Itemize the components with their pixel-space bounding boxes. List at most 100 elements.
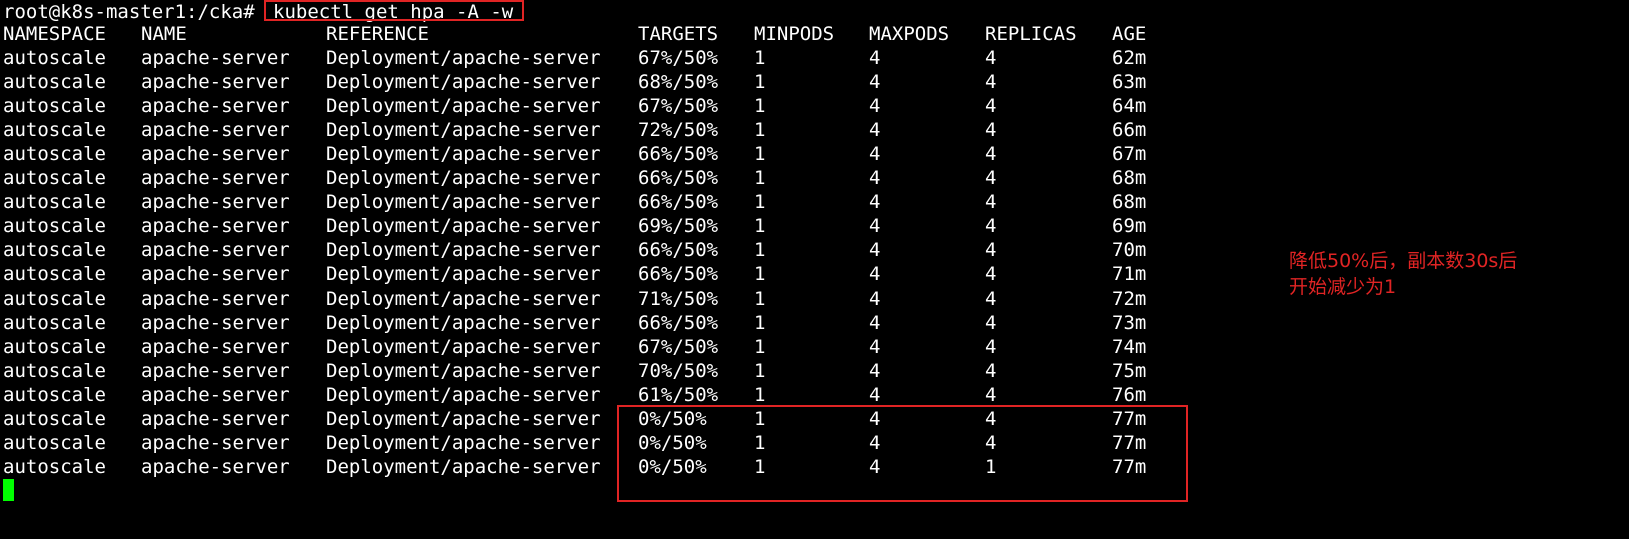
cell-namespace: autoscale [3,215,106,238]
cell-minpods: 1 [754,335,766,358]
cell-age: 63m [1112,71,1147,94]
header-minpods: MINPODS [754,23,835,45]
cell-namespace: autoscale [3,47,106,69]
cell-namespace: autoscale [3,287,106,310]
cell-reference: Deployment/apache-server [326,167,601,190]
cell-name: apache-server [141,143,290,166]
table-row: autoscale apache-server Deployment/apache-… [0,214,1629,238]
cell-name: apache-server [141,359,290,382]
terminal-window[interactable]: root@k8s-master1:/cka# kubectl get hpa -… [0,0,1629,539]
cell-maxpods: 4 [869,215,881,238]
cell-age: 68m [1112,167,1147,190]
cell-namespace: autoscale [3,311,106,334]
cell-name: apache-server [141,191,290,214]
cell-reference: Deployment/apache-server [326,143,601,166]
cell-targets: 67%/50% [638,47,719,69]
cell-reference: Deployment/apache-server [326,215,601,238]
table-row: autoscale apache-server Deployment/apache-… [0,166,1629,190]
header-name: NAME [141,23,187,45]
cell-age: 66m [1112,119,1147,142]
cell-age: 62m [1112,47,1147,69]
cell-reference: Deployment/apache-server [326,455,601,478]
cell-minpods: 1 [754,95,766,118]
cell-age: 72m [1112,287,1147,310]
header-namespace: NAMESPACE [3,23,106,45]
cell-replicas: 4 [985,263,997,286]
table-row: autoscale apache-server Deployment/apache-… [0,142,1629,166]
cell-namespace: autoscale [3,71,106,94]
table-header-row: NAMESPACE NAME REFERENCE TARGETS MINPODS… [0,22,1629,46]
cell-replicas: 4 [985,47,997,69]
cell-replicas: 4 [985,383,997,406]
cell-maxpods: 4 [869,383,881,406]
cell-namespace: autoscale [3,431,106,454]
cell-minpods: 1 [754,215,766,238]
cell-namespace: autoscale [3,359,106,382]
cell-maxpods: 4 [869,95,881,118]
cell-minpods: 1 [754,191,766,214]
table-row: autoscale apache-server Deployment/apache-… [0,118,1629,142]
cell-age: 76m [1112,383,1147,406]
cell-replicas: 4 [985,95,997,118]
cell-minpods: 1 [754,263,766,286]
cell-maxpods: 4 [869,335,881,358]
cell-maxpods: 4 [869,359,881,382]
cell-minpods: 1 [754,239,766,262]
header-age: AGE [1112,23,1147,45]
cell-maxpods: 4 [869,239,881,262]
terminal-cursor [3,479,14,501]
table-row: autoscale apache-server Deployment/apache-… [0,46,1629,70]
header-reference: REFERENCE [326,23,429,45]
cell-minpods: 1 [754,383,766,406]
cell-maxpods: 4 [869,311,881,334]
cell-replicas: 4 [985,71,997,94]
cell-minpods: 1 [754,287,766,310]
cell-reference: Deployment/apache-server [326,95,601,118]
cell-replicas: 4 [985,191,997,214]
table-row: autoscale apache-server Deployment/apache-… [0,190,1629,214]
cell-age: 74m [1112,335,1147,358]
cell-reference: Deployment/apache-server [326,311,601,334]
cell-namespace: autoscale [3,455,106,478]
cell-reference: Deployment/apache-server [326,383,601,406]
cell-name: apache-server [141,71,290,94]
cell-age: 69m [1112,215,1147,238]
cell-name: apache-server [141,95,290,118]
cell-namespace: autoscale [3,95,106,118]
cell-targets: 68%/50% [638,71,719,94]
cell-targets: 72%/50% [638,119,719,142]
cell-name: apache-server [141,167,290,190]
cell-targets: 66%/50% [638,143,719,166]
cell-reference: Deployment/apache-server [326,71,601,94]
cell-maxpods: 4 [869,119,881,142]
cell-targets: 66%/50% [638,167,719,190]
cell-maxpods: 4 [869,287,881,310]
cell-namespace: autoscale [3,167,106,190]
scale-down-highlight-box [617,405,1188,502]
cell-namespace: autoscale [3,335,106,358]
cell-age: 67m [1112,143,1147,166]
cell-age: 64m [1112,95,1147,118]
cell-minpods: 1 [754,47,766,69]
cell-name: apache-server [141,239,290,262]
cell-age: 70m [1112,239,1147,262]
cell-targets: 66%/50% [638,263,719,286]
cell-name: apache-server [141,287,290,310]
cell-maxpods: 4 [869,143,881,166]
cell-name: apache-server [141,455,290,478]
cell-name: apache-server [141,263,290,286]
cell-age: 68m [1112,191,1147,214]
cell-reference: Deployment/apache-server [326,263,601,286]
cell-name: apache-server [141,407,290,430]
cell-namespace: autoscale [3,119,106,142]
table-row: autoscale apache-server Deployment/apache-… [0,359,1629,383]
cell-replicas: 4 [985,143,997,166]
cell-namespace: autoscale [3,383,106,406]
cell-targets: 67%/50% [638,335,719,358]
cell-namespace: autoscale [3,143,106,166]
cell-maxpods: 4 [869,263,881,286]
cell-reference: Deployment/apache-server [326,407,601,430]
cell-name: apache-server [141,383,290,406]
command-highlight-box [264,0,524,21]
cell-targets: 69%/50% [638,215,719,238]
